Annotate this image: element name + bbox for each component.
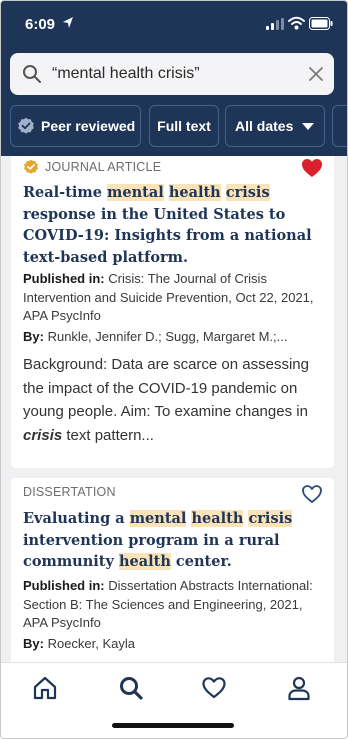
saved-heart-icon[interactable]	[201, 675, 227, 701]
published-in: Published in: Crisis: The Journal of Cri…	[23, 270, 326, 326]
title-text: response in the United States to COVID-1…	[23, 205, 312, 266]
title-highlight: mental	[107, 184, 164, 201]
search-input[interactable]: “mental health crisis”	[10, 53, 334, 95]
title-highlight: health	[168, 184, 221, 201]
title-highlight: crisis	[225, 184, 270, 201]
title-highlight: health	[191, 510, 244, 527]
location-arrow-icon	[63, 17, 73, 28]
authors: By: Runkle, Jennifer D.; Sugg, Margaret …	[23, 328, 326, 347]
results-list: JOURNAL ARTICLE Real-time mental health …	[1, 156, 347, 662]
published-label: Published in:	[23, 271, 105, 286]
home-icon[interactable]	[32, 675, 58, 701]
filter-dates-label: All dates	[235, 118, 294, 134]
result-type-label: JOURNAL ARTICLE	[45, 160, 162, 174]
status-time: 6:09	[25, 16, 56, 33]
result-title-link[interactable]: Evaluating a mental health crisis interv…	[23, 508, 323, 573]
wifi-icon	[288, 16, 305, 30]
search-icon	[23, 65, 41, 83]
profile-icon[interactable]	[286, 675, 312, 701]
status-bar: 6:09	[1, 1, 347, 47]
published-label: Published in:	[23, 578, 105, 593]
abstract-text: Background: Data are scarce on assessing…	[23, 356, 309, 420]
result-card[interactable]: JOURNAL ARTICLE Real-time mental health …	[11, 156, 334, 468]
by-label: By:	[23, 636, 44, 651]
title-text: Evaluating a	[23, 510, 130, 527]
bottom-nav	[1, 662, 347, 738]
authors-value: Roecker, Kayla	[47, 636, 136, 651]
favorite-filled-heart-icon[interactable]	[301, 158, 323, 178]
title-highlight: mental	[129, 510, 187, 527]
result-type: DISSERTATION	[23, 485, 116, 499]
peer-reviewed-badge-icon	[24, 159, 38, 174]
verified-check-icon	[18, 117, 34, 134]
favorite-outline-heart-icon[interactable]	[301, 484, 323, 504]
by-label: By:	[23, 329, 44, 344]
filter-more-button[interactable]	[332, 105, 347, 147]
abstract-text: text pattern...	[62, 426, 154, 444]
abstract-emphasis: crisis	[23, 426, 63, 444]
result-card[interactable]: DISSERTATION Evaluating a mental health …	[11, 478, 334, 662]
result-type-label: DISSERTATION	[23, 485, 116, 499]
battery-icon	[309, 17, 333, 30]
title-text: center.	[170, 553, 232, 570]
filter-peer-reviewed-button[interactable]: Peer reviewed	[10, 105, 141, 147]
filter-full-text-label: Full text	[157, 118, 211, 134]
filter-dates-dropdown[interactable]: All dates	[225, 105, 325, 147]
result-title-link[interactable]: Real-time mental health crisis response …	[23, 182, 323, 268]
header: 6:09 “mental health crisis” Peer reviewe…	[1, 1, 347, 156]
caret-down-icon	[302, 123, 314, 130]
abstract-snippet: Background: Data are scarce on assessing…	[23, 353, 328, 447]
title-highlight: crisis	[248, 510, 293, 527]
search-query: “mental health crisis”	[52, 65, 200, 82]
filter-peer-reviewed-label: Peer reviewed	[41, 118, 136, 134]
filter-full-text-button[interactable]: Full text	[149, 105, 219, 147]
title-text: Real-time	[23, 184, 108, 201]
clear-search-icon[interactable]	[308, 66, 324, 82]
home-indicator	[112, 723, 234, 728]
authors: By: Roecker, Kayla	[23, 635, 326, 654]
published-in: Published in: Dissertation Abstracts Int…	[23, 577, 326, 633]
search-tab-icon[interactable]	[118, 675, 144, 701]
authors-value: Runkle, Jennifer D.; Sugg, Margaret M.;.…	[47, 329, 288, 344]
result-type: JOURNAL ARTICLE	[23, 159, 161, 175]
cellular-signal-icon	[266, 18, 284, 30]
title-highlight: health	[118, 553, 171, 570]
app-frame: 6:09 “mental health crisis” Peer reviewe…	[0, 0, 348, 739]
